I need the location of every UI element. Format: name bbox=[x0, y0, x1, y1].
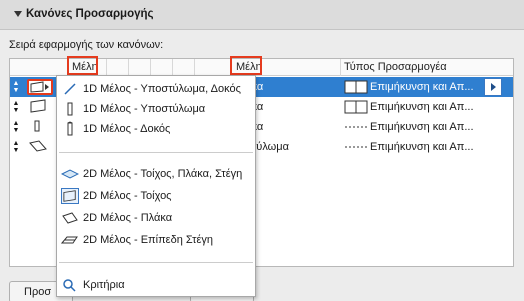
surface-member-icon bbox=[61, 169, 79, 179]
beam-icon bbox=[67, 121, 73, 136]
member-type-selector[interactable] bbox=[27, 79, 53, 95]
adjuster-type-cell: Επιμήκυνση και Απ... bbox=[370, 101, 474, 113]
panel-header[interactable]: Κανόνες Προσαρμογής bbox=[0, 0, 524, 30]
panel-title: Κανόνες Προσαρμογής bbox=[26, 8, 154, 20]
member-type-selector[interactable] bbox=[27, 99, 53, 115]
reorder-handle-icon[interactable]: ▲ ▼ bbox=[12, 80, 20, 94]
menu-item-2d-flat-roof[interactable]: 2D Μέλος - Επίπεδη Στέγη bbox=[57, 230, 255, 250]
adjuster-type-icon bbox=[345, 146, 367, 148]
reorder-handle-icon[interactable]: ▲ ▼ bbox=[12, 140, 20, 154]
column-icon bbox=[67, 102, 73, 116]
reorder-handle-icon[interactable]: ▲ ▼ bbox=[12, 100, 20, 114]
wall-icon bbox=[30, 81, 49, 93]
rules-order-label: Σειρά εφαρμογής των κανόνων: bbox=[9, 39, 164, 51]
wall-icon bbox=[61, 188, 79, 204]
slab-icon bbox=[29, 140, 47, 152]
menu-item-1d-column-beam[interactable]: 1D Μέλος - Υποστύλωμα, Δοκός bbox=[57, 79, 255, 99]
collapse-triangle-icon[interactable] bbox=[14, 11, 22, 17]
criteria-search-icon bbox=[63, 279, 76, 292]
column-icon bbox=[34, 120, 40, 132]
adjuster-type-icon bbox=[345, 126, 367, 128]
menu-item-criteria[interactable]: Κριτήρια bbox=[57, 275, 255, 295]
line-member-icon bbox=[64, 83, 76, 95]
column-header-adjuster-type[interactable]: Τύπος Προσαρμογέα bbox=[344, 61, 447, 73]
menu-item-2d-wall[interactable]: 2D Μέλος - Τοίχος bbox=[57, 186, 255, 206]
adjuster-type-cell: Επιμήκυνση και Απ... bbox=[370, 121, 474, 133]
menu-item-2d-slab[interactable]: 2D Μέλος - Πλάκα bbox=[57, 208, 255, 228]
roof-icon bbox=[61, 236, 78, 244]
menu-divider bbox=[59, 262, 253, 263]
slab-icon bbox=[62, 212, 78, 224]
highlight-box bbox=[67, 56, 98, 75]
adjuster-type-cell: Επιμήκυνση και Απ... bbox=[370, 141, 474, 153]
adjuster-type-icon bbox=[344, 100, 368, 114]
menu-item-1d-beam[interactable]: 1D Μέλος - Δοκός bbox=[57, 119, 255, 139]
member-type-selector[interactable] bbox=[27, 139, 53, 155]
menu-item-2d-wall-slab-roof[interactable]: 2D Μέλος - Τοίχος, Πλάκα, Στέγη bbox=[57, 164, 255, 184]
menu-item-1d-column[interactable]: 1D Μέλος - Υποστύλωμα bbox=[57, 99, 255, 119]
wall-icon bbox=[30, 99, 46, 113]
member-type-menu: 1D Μέλος - Υποστύλωμα, Δοκός 1D Μέλος - … bbox=[56, 75, 256, 297]
adjuster-type-cell: Επιμήκυνση και Απ... bbox=[370, 81, 474, 93]
adjuster-type-icon bbox=[344, 80, 368, 94]
menu-divider bbox=[59, 152, 253, 153]
reorder-handle-icon[interactable]: ▲ ▼ bbox=[12, 120, 20, 134]
row-options-button[interactable] bbox=[484, 78, 502, 96]
member-type-selector[interactable] bbox=[27, 119, 53, 135]
highlight-box bbox=[230, 56, 262, 75]
